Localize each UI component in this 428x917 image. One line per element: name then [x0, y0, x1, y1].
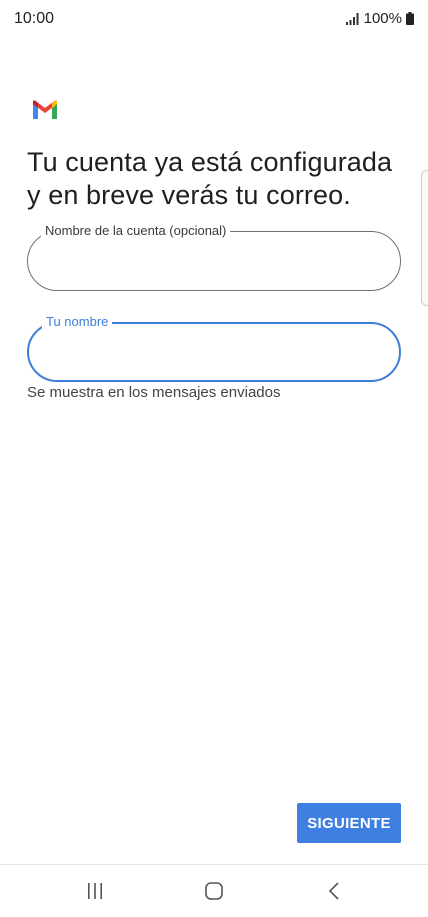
account-name-field[interactable]: Nombre de la cuenta (opcional): [27, 223, 401, 291]
next-button[interactable]: SIGUIENTE: [297, 803, 401, 843]
app-screen: 10:00 100% Tu cuenta ya está configurada…: [0, 0, 428, 917]
account-name-label: Nombre de la cuenta (opcional): [41, 223, 231, 239]
status-bar: 10:00 100%: [0, 0, 428, 40]
gmail-logo: [33, 100, 57, 119]
page-title: Tu cuenta ya está configurada y en breve…: [27, 147, 393, 210]
home-icon: [205, 882, 223, 900]
home-button[interactable]: [199, 879, 229, 903]
your-name-input[interactable]: [49, 340, 383, 368]
back-button[interactable]: [320, 879, 350, 903]
recents-button[interactable]: [80, 879, 110, 903]
battery-level: 100%: [363, 10, 402, 27]
your-name-helper-text: Se muestra en los mensajes enviados: [27, 384, 281, 401]
account-name-input[interactable]: [48, 248, 382, 276]
status-time: 10:00: [14, 10, 55, 27]
recents-icon: [88, 883, 102, 899]
system-nav-bar: [0, 865, 428, 917]
your-name-field[interactable]: Tu nombre: [27, 314, 401, 382]
your-name-label: Tu nombre: [42, 314, 113, 330]
edge-panel-handle[interactable]: [421, 170, 428, 306]
signal-icon: [345, 12, 359, 25]
back-icon: [328, 882, 339, 900]
status-indicators: 100%: [345, 10, 414, 27]
battery-icon: [406, 12, 414, 25]
